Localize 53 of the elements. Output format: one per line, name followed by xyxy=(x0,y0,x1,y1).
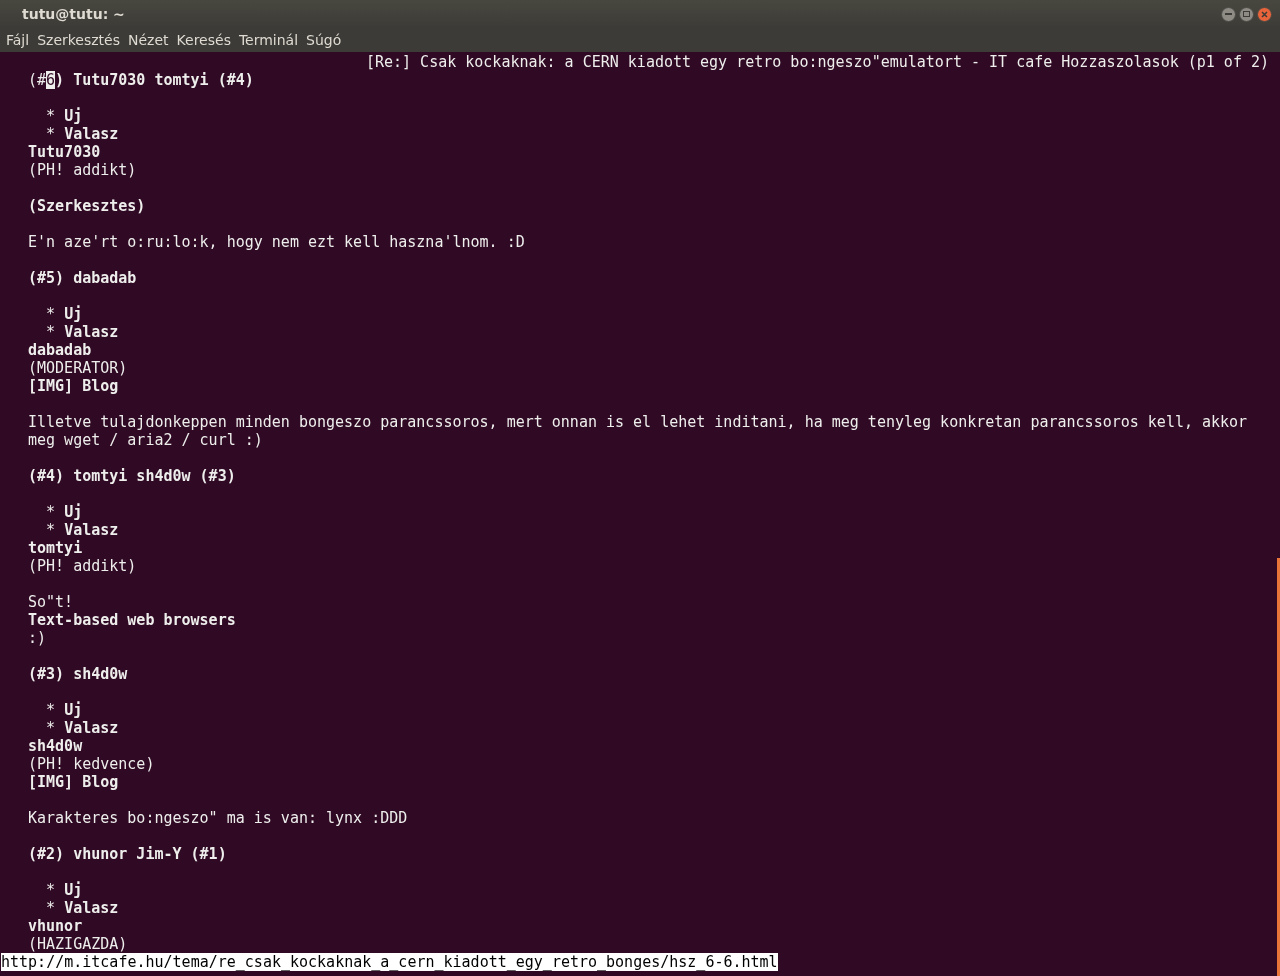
text-line: (#4) tomtyi sh4d0w (#3) xyxy=(28,467,236,485)
text-line: (# xyxy=(28,71,47,89)
post-heading: ) Tutu7030 tomtyi (#4) xyxy=(55,71,254,89)
menu-item[interactable]: Nézet xyxy=(124,32,173,48)
text-line: *Uj xyxy=(45,305,83,323)
text-line: (#2) vhunor Jim-Y (#1) xyxy=(28,845,227,863)
text-line: tomtyi xyxy=(28,539,83,557)
text-line: (#3) sh4d0w xyxy=(28,665,128,683)
text-line: *Valasz xyxy=(45,323,119,341)
close-button[interactable] xyxy=(1257,6,1272,22)
text-line: *Valasz xyxy=(45,521,119,539)
text-line: Illetve tulajdonkeppen minden bongeszo parancssoros, mert onnan is el lehet inditani, ha meg tenyleg konkretan parancssoros kell, akkor xyxy=(28,413,1248,431)
text-line: *Uj xyxy=(45,701,83,719)
text-line: *Uj xyxy=(45,107,83,125)
menu-item[interactable]: Terminál xyxy=(234,32,303,48)
text-line: (HAZIGAZDA) xyxy=(28,935,128,953)
text-line: (Szerkesztes) xyxy=(28,197,146,215)
text-line: *Valasz xyxy=(45,899,119,917)
maximize-icon xyxy=(1243,11,1250,17)
menu-item[interactable]: Keresés xyxy=(172,32,235,48)
text-line: Text-based web browsers xyxy=(28,611,236,629)
text-line: *Uj xyxy=(45,503,83,521)
text-line: vhunor xyxy=(28,917,83,935)
text-line: meg wget / aria2 / curl :) xyxy=(28,431,263,449)
text-line: (PH! kedvence) xyxy=(28,755,155,773)
text-line: So"t! xyxy=(28,593,74,611)
text-line: :) xyxy=(28,629,47,647)
maximize-button[interactable] xyxy=(1239,6,1254,22)
status-url: http://m.itcafe.hu/tema/re_csak_kockaknak_a_cern_kiadott_egy_retro_bonges/hsz_6-6.html xyxy=(1,953,778,971)
text-line: [IMG] Blog xyxy=(28,773,119,791)
text-line: (#5) dabadab xyxy=(28,269,137,287)
text-line: (PH! addikt) xyxy=(28,161,137,179)
text-line: sh4d0w xyxy=(28,737,83,755)
menu-item[interactable]: Súgó xyxy=(302,32,346,48)
text-line: dabadab xyxy=(28,341,92,359)
minimize-icon xyxy=(1225,13,1232,15)
text-line: E'n aze'rt o:ru:lo:k, hogy nem ezt kell haszna'lnom. :D xyxy=(28,233,525,251)
link-cursor[interactable]: 6 xyxy=(46,71,56,89)
text-line: (PH! addikt) xyxy=(28,557,137,575)
page-title: [Re:] Csak kockaknak: a CERN kiadott egy retro bo:ngeszo"emulatort - IT cafe Hozzaszolasok (p1 of 2) xyxy=(365,53,1269,71)
text-line: Karakteres bo:ngeszo" ma is van: lynx :DDD xyxy=(28,809,408,827)
menu-item[interactable]: Szerkesztés xyxy=(33,32,124,48)
text-line: [IMG] Blog xyxy=(28,377,119,395)
text-line: *Valasz xyxy=(45,719,119,737)
text-line: *Valasz xyxy=(45,125,119,143)
text-line: *Uj xyxy=(45,881,83,899)
scrollbar[interactable] xyxy=(1277,558,1280,976)
minimize-button[interactable] xyxy=(1221,6,1236,22)
close-icon xyxy=(1261,10,1268,18)
text-line: Tutu7030 xyxy=(28,143,101,161)
menu-item[interactable]: Fájl xyxy=(2,32,34,48)
text-line: (MODERATOR) xyxy=(28,359,128,377)
window-title: tutu@tutu: ~ xyxy=(22,6,125,22)
